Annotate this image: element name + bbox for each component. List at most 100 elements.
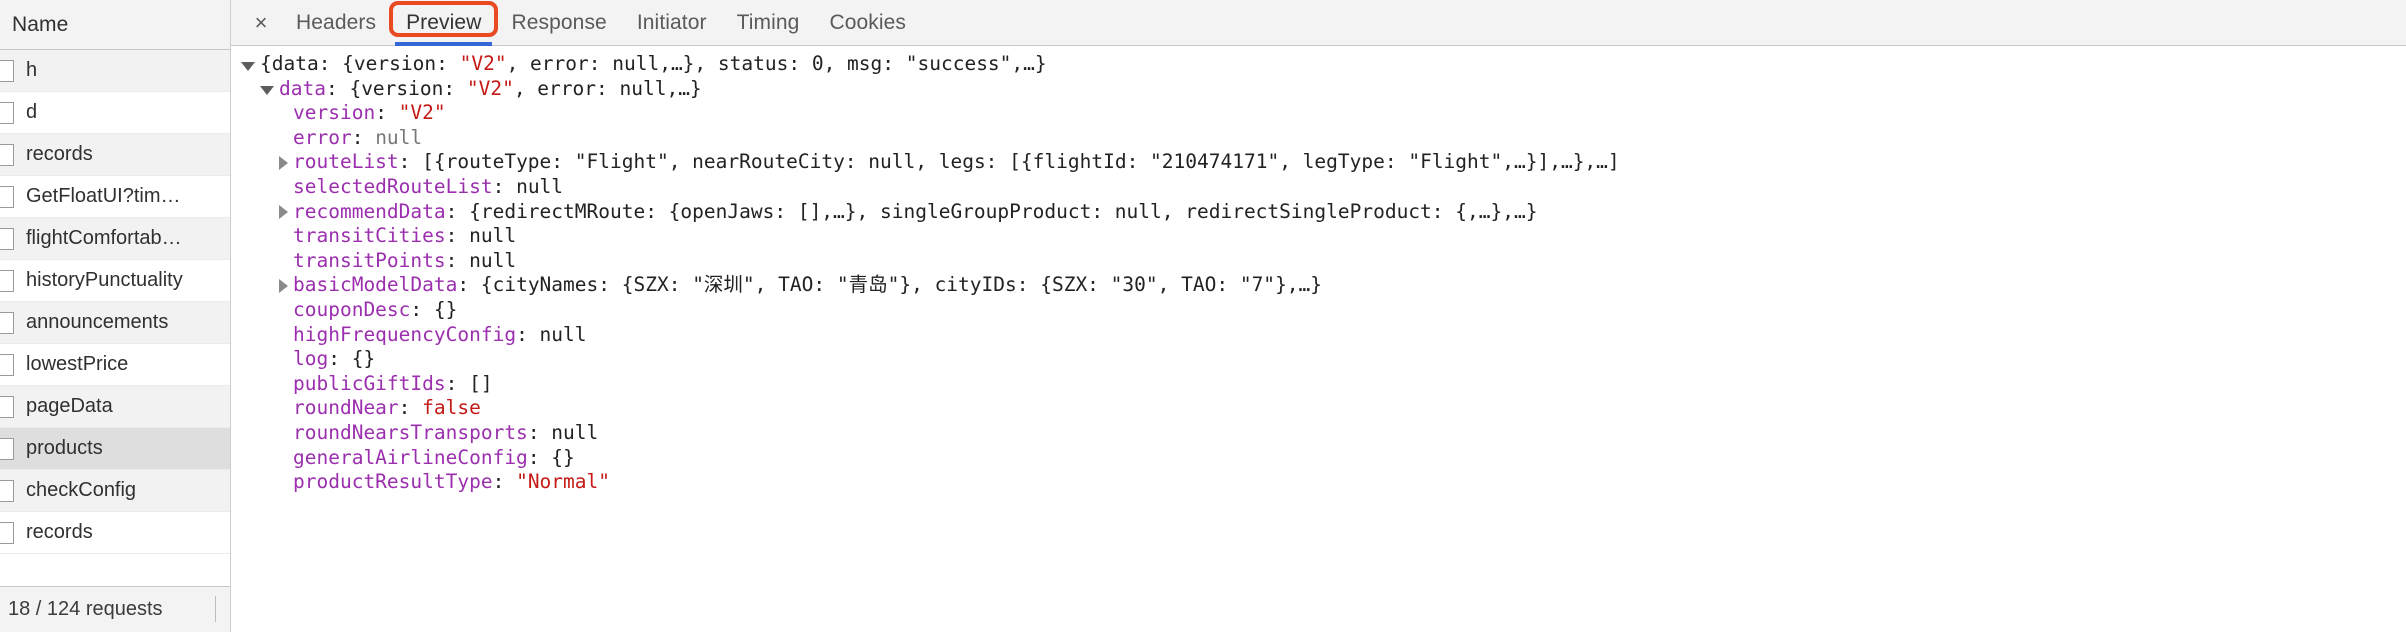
request-type-icon	[0, 143, 14, 166]
json-token: : null	[527, 420, 599, 444]
tab-label: Response	[511, 10, 607, 34]
json-token: couponDesc	[293, 297, 411, 321]
json-token: , TAO:	[1157, 273, 1240, 297]
chevron-right-icon[interactable]	[279, 278, 288, 293]
json-token: :	[375, 101, 399, 125]
request-name-label: pageData	[26, 395, 113, 417]
tab-headers[interactable]: Headers	[281, 0, 391, 45]
json-token: version	[293, 101, 376, 125]
json-token: "7"	[1239, 273, 1276, 297]
json-token: , nearRouteCity: null, legs: [{flightId:	[668, 150, 1151, 174]
request-row[interactable]: lowestPrice	[0, 344, 230, 386]
request-row[interactable]: historyPunctuality	[0, 260, 230, 302]
request-type-icon	[0, 353, 14, 376]
json-line: highFrequencyConfig: null	[241, 323, 2406, 348]
json-line: log: {}	[241, 347, 2406, 372]
tab-cookies[interactable]: Cookies	[814, 0, 921, 45]
request-row[interactable]: checkConfig	[0, 470, 230, 512]
tab-timing[interactable]: Timing	[722, 0, 815, 45]
request-row[interactable]: flightComfortab…	[0, 218, 230, 260]
column-header-label: Name	[12, 12, 69, 36]
json-preview-viewer[interactable]: {data: {version: "V2", error: null,…}, s…	[231, 46, 2406, 632]
tab-label: Initiator	[636, 10, 707, 34]
json-token: : null	[492, 174, 564, 198]
request-row[interactable]: records	[0, 134, 230, 176]
request-type-icon	[0, 269, 14, 292]
json-line: routeList: [{routeType: "Flight", nearRo…	[241, 150, 2406, 175]
json-token: :	[351, 125, 376, 149]
json-line: roundNearsTransports: null	[241, 421, 2406, 446]
json-line: roundNear: false	[241, 396, 2406, 421]
request-type-icon	[0, 395, 14, 418]
json-line: recommendData: {redirectMRoute: {openJaw…	[241, 200, 2406, 225]
column-header-name[interactable]: Name	[0, 0, 230, 50]
json-token: },…}	[1275, 273, 1323, 297]
json-token: productResultType	[293, 470, 493, 494]
spacer-icon	[279, 429, 288, 438]
json-token: basicModelData	[293, 273, 458, 297]
chevron-down-icon[interactable]	[260, 86, 274, 96]
json-token: "Flight"	[574, 150, 669, 174]
tab-label: Preview	[406, 10, 482, 34]
json-token: "V2"	[398, 101, 446, 125]
json-line: transitPoints: null	[241, 249, 2406, 274]
close-icon[interactable]: ×	[241, 0, 281, 45]
json-token: highFrequencyConfig	[293, 322, 517, 346]
request-type-icon	[0, 227, 14, 250]
json-line: basicModelData: {cityNames: {SZX: "深圳", …	[241, 273, 2406, 298]
json-line: generalAirlineConfig: {}	[241, 446, 2406, 471]
request-count-label: 18 / 124 requests	[8, 598, 163, 620]
request-list[interactable]: h d records GetFloatUI?tim… flightComfortab……	[0, 50, 230, 586]
request-name-label: GetFloatUI?tim…	[26, 185, 181, 207]
json-token: "210474171"	[1150, 150, 1280, 174]
json-line: selectedRouteList: null	[241, 175, 2406, 200]
json-token: "V2"	[459, 52, 507, 75]
json-token: {data: {version:	[260, 52, 460, 75]
json-token: null	[612, 52, 660, 75]
request-name-label: h	[26, 59, 38, 81]
json-token: :	[398, 396, 423, 420]
request-summary-bar: 18 / 124 requests	[0, 586, 230, 632]
chevron-right-icon[interactable]	[279, 155, 288, 170]
request-row[interactable]: d	[0, 92, 230, 134]
tab-label: Timing	[736, 10, 800, 34]
spacer-icon	[279, 109, 288, 118]
json-token: : null	[516, 322, 587, 346]
tab-label: Cookies	[829, 10, 907, 34]
json-token: : {version:	[325, 76, 467, 100]
json-token: "success"	[905, 52, 1012, 75]
json-line: data: {version: "V2", error: null,…}	[241, 77, 2406, 102]
request-type-icon	[0, 437, 14, 460]
json-line: error: null	[241, 126, 2406, 151]
json-token: data	[279, 76, 326, 100]
request-row[interactable]: announcements	[0, 302, 230, 344]
request-row[interactable]: records	[0, 512, 230, 554]
json-token: : {}	[328, 347, 376, 371]
request-row[interactable]: h	[0, 50, 230, 92]
json-token: error	[293, 125, 352, 149]
json-token: ,…}],…},…]	[1502, 150, 1620, 174]
json-line: transitCities: null	[241, 224, 2406, 249]
request-name-label: records	[26, 521, 93, 543]
json-token: generalAirlineConfig	[293, 445, 528, 469]
request-type-icon	[0, 101, 14, 124]
tab-preview[interactable]: Preview	[391, 0, 496, 46]
request-name-label: flightComfortab…	[26, 227, 182, 249]
close-glyph: ×	[254, 9, 268, 35]
request-name-label: records	[26, 143, 93, 165]
tab-initiator[interactable]: Initiator	[622, 0, 722, 45]
json-token: "30"	[1110, 273, 1158, 297]
request-details-pane: × Headers Preview Response Initiator Timing C…	[231, 0, 2406, 632]
request-type-icon	[0, 479, 14, 502]
request-row[interactable]: GetFloatUI?tim…	[0, 176, 230, 218]
spacer-icon	[279, 134, 288, 143]
request-row[interactable]: pageData	[0, 386, 230, 428]
json-token: transitCities	[293, 224, 446, 248]
tab-response[interactable]: Response	[496, 0, 621, 45]
chevron-down-icon[interactable]	[241, 61, 255, 71]
json-token: selectedRouteList	[293, 174, 493, 198]
spacer-icon	[279, 257, 288, 266]
chevron-right-icon[interactable]	[279, 204, 288, 219]
request-row[interactable]: products	[0, 428, 230, 470]
json-token: : {}	[527, 445, 575, 469]
